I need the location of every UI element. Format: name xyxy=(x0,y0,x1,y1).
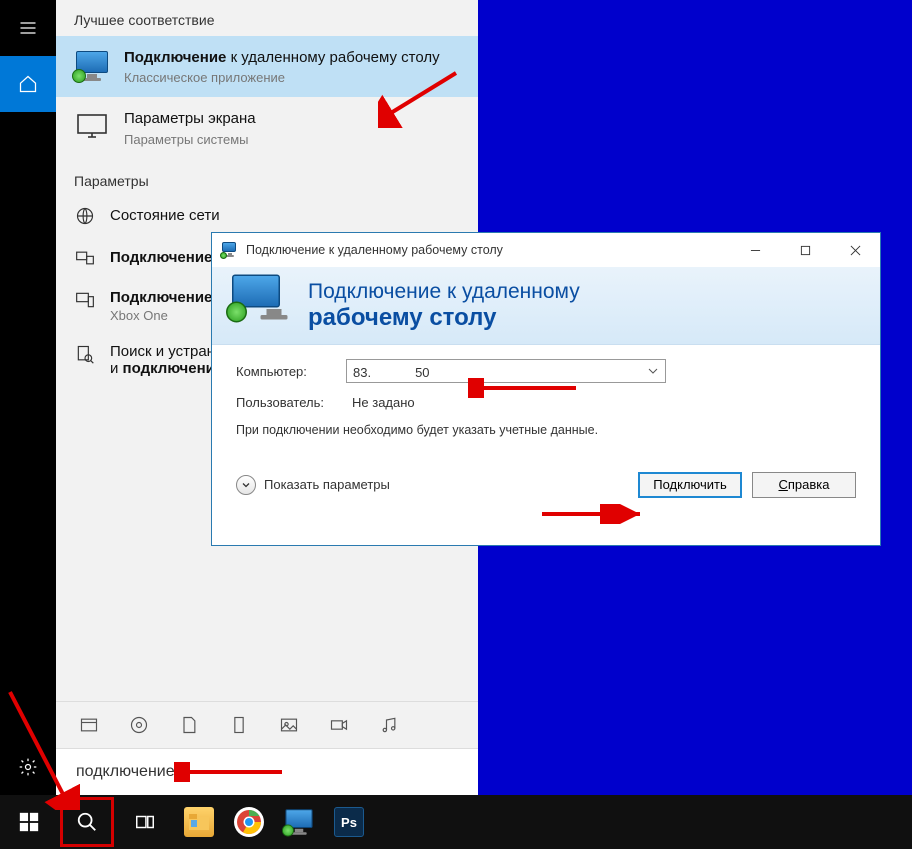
filter-videos-icon[interactable] xyxy=(328,714,350,736)
help-button[interactable]: Справка xyxy=(752,472,856,498)
start-rail xyxy=(0,0,56,795)
search-query-text: подключение xyxy=(76,763,177,781)
taskbar-app-explorer[interactable] xyxy=(174,795,224,849)
params-header: Параметры xyxy=(56,159,478,195)
titlebar[interactable]: Подключение к удаленному рабочему столу xyxy=(212,233,880,267)
result-title: Параметры экрана xyxy=(124,109,256,129)
maximize-button[interactable] xyxy=(780,233,830,267)
annotation-arrow xyxy=(0,690,80,810)
user-value: Не задано xyxy=(346,395,415,410)
close-button[interactable] xyxy=(830,233,880,267)
filter-apps-icon[interactable] xyxy=(78,714,100,736)
header-line1: Подключение к удаленному xyxy=(308,279,580,304)
annotation-arrow xyxy=(540,504,650,524)
annotation-arrow xyxy=(468,378,578,398)
annotation-arrow xyxy=(378,68,458,128)
filter-row xyxy=(56,701,478,748)
annotation-arrow xyxy=(174,762,284,782)
filter-settings-icon[interactable] xyxy=(128,714,150,736)
taskbar-app-chrome[interactable] xyxy=(224,795,274,849)
best-match-header: Лучшее соответствие xyxy=(56,0,478,36)
connect-button[interactable]: Подключить xyxy=(638,472,742,498)
taskbar: Ps xyxy=(0,795,912,849)
param-network-status[interactable]: Состояние сети xyxy=(56,195,478,237)
result-title: Подключение к удаленному рабочему столу xyxy=(124,48,440,68)
chevron-down-icon xyxy=(647,365,659,377)
home-button[interactable] xyxy=(0,56,56,112)
result-subtitle: Параметры системы xyxy=(124,132,256,147)
rdp-titlebar-icon xyxy=(222,242,238,258)
filter-folders-icon[interactable] xyxy=(228,714,250,736)
computer-label: Компьютер: xyxy=(236,364,346,379)
connect-icon xyxy=(74,247,96,269)
titlebar-text: Подключение к удаленному рабочему столу xyxy=(246,243,503,257)
credentials-hint: При подключении необходимо будет указать… xyxy=(236,422,856,440)
show-options-toggle[interactable]: Показать параметры xyxy=(236,475,390,495)
monitor-icon xyxy=(74,109,110,145)
user-label: Пользователь: xyxy=(236,395,346,410)
chevron-down-icon xyxy=(236,475,256,495)
devices-icon xyxy=(74,289,96,311)
task-view-button[interactable] xyxy=(116,795,174,849)
hamburger-button[interactable] xyxy=(0,0,56,56)
filter-photos-icon[interactable] xyxy=(278,714,300,736)
rdp-header-icon xyxy=(232,282,288,330)
filter-documents-icon[interactable] xyxy=(178,714,200,736)
taskbar-app-rdp[interactable] xyxy=(274,795,324,849)
globe-icon xyxy=(74,205,96,227)
param-label: Подключение xyxy=(110,289,212,306)
param-sublabel: Xbox One xyxy=(110,308,212,323)
search-doc-icon xyxy=(74,343,96,365)
rdp-header: Подключение к удаленному рабочему столу xyxy=(212,267,880,345)
param-label: Подключение xyxy=(110,249,212,266)
taskbar-app-photoshop[interactable]: Ps xyxy=(324,795,374,849)
rdp-app-icon xyxy=(74,48,110,84)
redacted-segment xyxy=(373,363,413,377)
filter-music-icon[interactable] xyxy=(378,714,400,736)
header-line2: рабочему столу xyxy=(308,304,580,333)
param-label: Состояние сети xyxy=(110,207,220,224)
minimize-button[interactable] xyxy=(730,233,780,267)
